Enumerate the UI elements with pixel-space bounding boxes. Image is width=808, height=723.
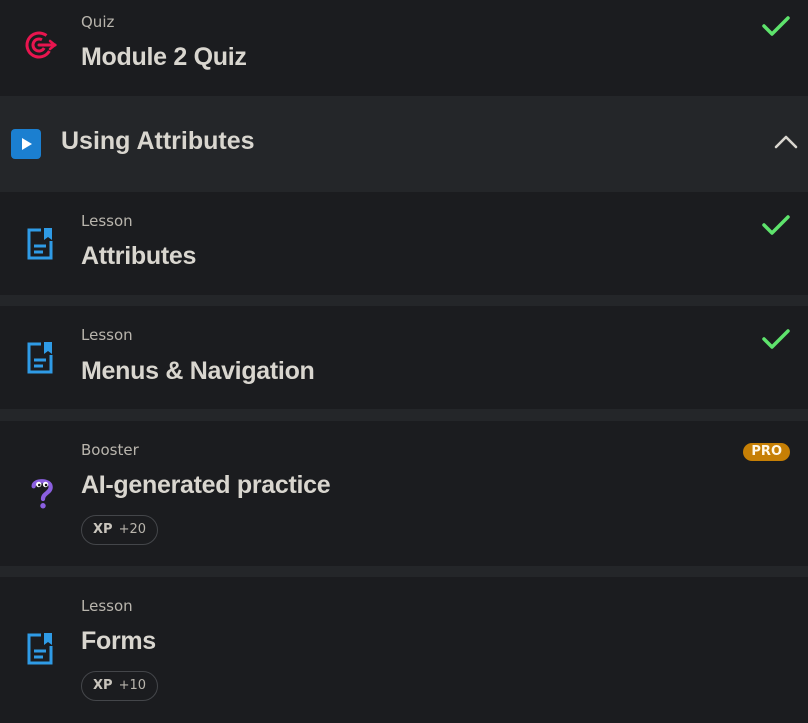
completed-check-icon [762,16,790,36]
lesson-doc-icon [27,342,53,374]
item-type-label: Lesson [81,212,133,230]
item-type-label: Lesson [81,597,133,615]
lesson-item-menus-navigation[interactable]: Lesson Menus & Navigation [0,306,808,409]
section-title: Using Attributes [61,127,255,155]
xp-reward-pill: XP +20 [81,515,158,545]
pro-badge: PRO [743,443,790,461]
lesson-item-forms[interactable]: Lesson Forms XP +10 [0,577,808,723]
lesson-item-attributes[interactable]: Lesson Attributes [0,192,808,295]
lesson-doc-icon [27,228,53,260]
completed-check-icon [762,215,790,235]
chevron-up-icon[interactable] [774,132,798,152]
booster-item-ai-practice[interactable]: Booster AI-generated practice XP +20 [0,421,808,566]
item-title: Forms [81,627,156,655]
lesson-doc-icon [27,633,53,665]
xp-value: +20 [118,522,146,537]
play-icon [11,129,41,159]
item-title: Attributes [81,242,197,270]
xp-label: XP [93,522,113,537]
item-title: Menus & Navigation [81,357,315,385]
xp-label: XP [93,678,113,693]
question-mascot-icon [31,479,53,509]
item-type-label: Lesson [81,326,133,344]
item-title: AI-generated practice [81,471,331,499]
course-module-list: Quiz Module 2 Quiz Using Attributes Less… [0,0,808,723]
completed-check-icon [762,329,790,349]
item-title: Module 2 Quiz [81,43,247,71]
xp-value: +10 [118,678,146,693]
item-type-label: Booster [81,441,139,459]
quiz-item-module-2[interactable]: Quiz Module 2 Quiz [0,0,808,96]
item-type-label: Quiz [81,13,115,31]
xp-reward-pill: XP +10 [81,671,158,701]
target-icon [25,31,58,59]
